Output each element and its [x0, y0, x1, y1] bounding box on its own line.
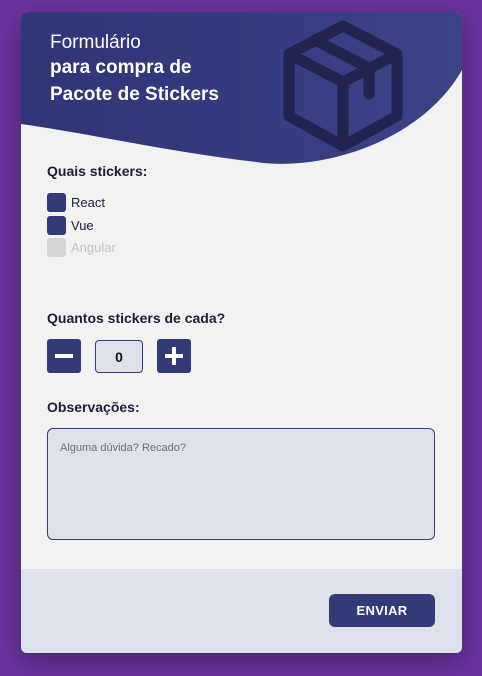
checkbox-vue-label[interactable]: Vue [71, 218, 94, 233]
order-form-card: Formulário para compra de Pacote de Stic… [21, 12, 462, 653]
notes-textarea[interactable] [47, 428, 435, 540]
checkbox-react[interactable]: React [47, 192, 105, 212]
checkbox-angular-box [47, 237, 66, 257]
checkbox-react-box[interactable] [47, 192, 66, 212]
checkbox-angular: Angular [47, 237, 116, 257]
decrement-button[interactable] [47, 339, 81, 373]
increment-button[interactable] [157, 339, 191, 373]
stickers-section-label: Quais stickers: [47, 163, 148, 179]
quantity-section-label: Quantos stickers de cada? [47, 310, 226, 326]
checkbox-vue[interactable]: Vue [47, 215, 94, 235]
minus-icon [55, 354, 73, 358]
form-footer: ENVIAR [21, 569, 462, 653]
header-title-line-1: Formulário [50, 32, 141, 53]
checkbox-angular-label: Angular [71, 239, 116, 255]
checkbox-react-label[interactable]: React [71, 195, 105, 210]
plus-icon [165, 347, 183, 365]
header-title-line-3: Pacote de Stickers [50, 84, 219, 105]
form-header: Formulário para compra de Pacote de Stic… [21, 12, 462, 172]
submit-button[interactable]: ENVIAR [329, 594, 435, 627]
quantity-stepper[interactable]: 0 [95, 340, 143, 373]
checkbox-vue-box[interactable] [47, 215, 66, 235]
notes-section-label: Observações: [47, 399, 140, 415]
header-title-line-2: para compra de [50, 57, 192, 78]
package-box-icon [283, 20, 403, 152]
